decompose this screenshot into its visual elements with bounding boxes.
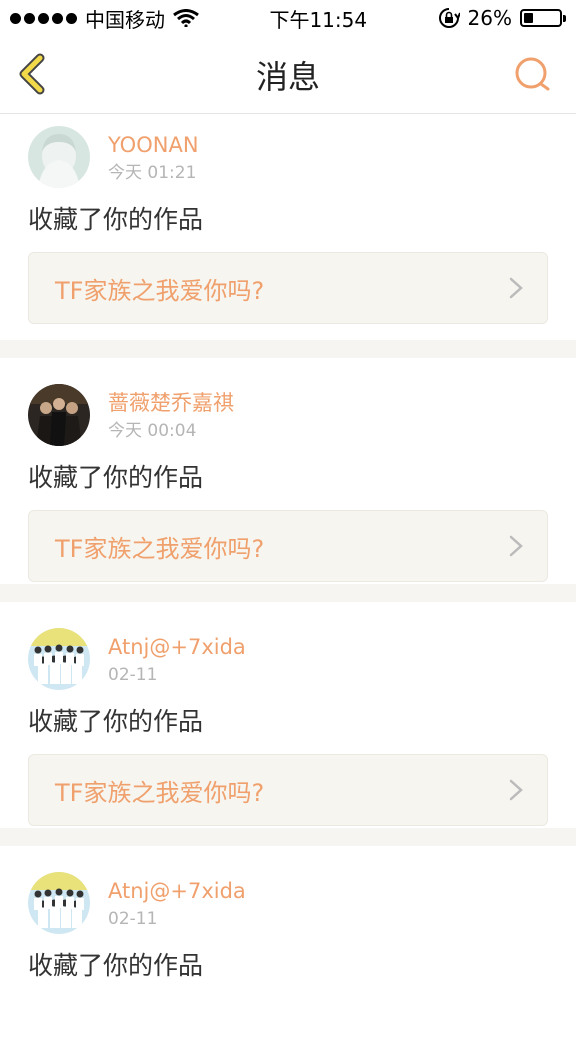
action-text: 收藏了你的作品 — [28, 951, 204, 980]
user-name[interactable]: 蔷薇楚乔嘉祺 — [108, 390, 234, 416]
message-card: Atnj@+7xida 02-11 收藏了你的作品 — [0, 846, 576, 1046]
battery-fill — [524, 13, 533, 23]
avatar[interactable] — [28, 126, 90, 188]
message-card: Atnj@+7xida 02-11 收藏了你的作品 TF家族之我爱你吗? — [0, 602, 576, 828]
carrier-name: 中国移动 — [85, 7, 165, 32]
work-link[interactable]: TF家族之我爱你吗? — [28, 754, 548, 826]
separator — [0, 584, 576, 602]
action-text: 收藏了你的作品 — [28, 463, 204, 492]
message-time: 02-11 — [108, 909, 158, 929]
action-text: 收藏了你的作品 — [28, 707, 204, 736]
message-time: 今天 01:21 — [108, 163, 197, 183]
nav-bar: 消息 — [0, 36, 576, 114]
message-feed[interactable]: YOONAN 今天 01:21 收藏了你的作品 TF家族之我爱你吗? 蔷薇楚乔嘉… — [0, 114, 576, 1046]
battery-icon — [520, 9, 566, 27]
page-title: 消息 — [255, 57, 320, 96]
work-title: TF家族之我爱你吗? — [55, 276, 265, 305]
status-bar: 中国移动 下午11:54 26% — [0, 0, 576, 36]
battery-percent: 26% — [467, 6, 512, 30]
avatar[interactable] — [28, 384, 90, 446]
chevron-right-icon — [509, 779, 523, 801]
signal-strength-icon — [10, 12, 77, 24]
separator — [0, 340, 576, 358]
avatar[interactable] — [28, 872, 90, 934]
message-time: 今天 00:04 — [108, 421, 197, 441]
user-name[interactable]: YOONAN — [108, 132, 199, 158]
message-time: 02-11 — [108, 665, 158, 685]
wifi-icon — [173, 9, 199, 27]
message-card: 蔷薇楚乔嘉祺 今天 00:04 收藏了你的作品 TF家族之我爱你吗? — [0, 358, 576, 584]
work-title: TF家族之我爱你吗? — [55, 534, 265, 563]
message-card: YOONAN 今天 01:21 收藏了你的作品 TF家族之我爱你吗? — [0, 114, 576, 340]
separator — [0, 828, 576, 846]
chevron-right-icon — [509, 277, 523, 299]
rotation-lock-icon — [438, 8, 460, 28]
search-icon[interactable] — [514, 56, 552, 94]
chevron-right-icon — [509, 535, 523, 557]
user-name[interactable]: Atnj@+7xida — [108, 878, 246, 904]
action-text: 收藏了你的作品 — [28, 205, 204, 234]
user-name[interactable]: Atnj@+7xida — [108, 634, 246, 660]
status-time: 下午11:54 — [269, 7, 368, 32]
avatar[interactable] — [28, 628, 90, 690]
work-link[interactable]: TF家族之我爱你吗? — [28, 252, 548, 324]
work-title: TF家族之我爱你吗? — [55, 778, 265, 807]
back-arrow-icon[interactable] — [14, 52, 54, 96]
work-link[interactable]: TF家族之我爱你吗? — [28, 510, 548, 582]
status-left: 中国移动 — [10, 4, 199, 33]
status-right: 26% — [438, 6, 566, 30]
